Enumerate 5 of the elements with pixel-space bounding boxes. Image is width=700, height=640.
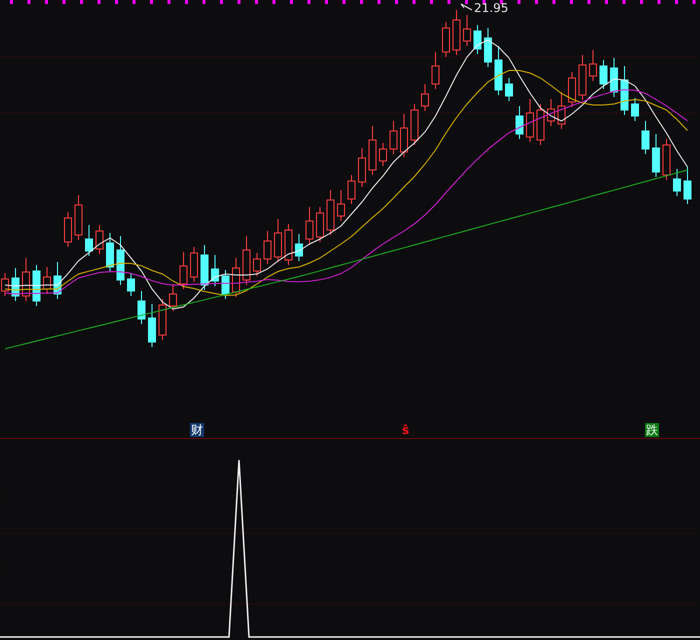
signal-marker: 跌 <box>645 423 659 437</box>
leader-line <box>460 4 472 10</box>
signal-marker: 财 <box>190 423 204 437</box>
signal-marker: ŝ <box>401 423 410 437</box>
price-label: 21.95 <box>474 1 508 15</box>
